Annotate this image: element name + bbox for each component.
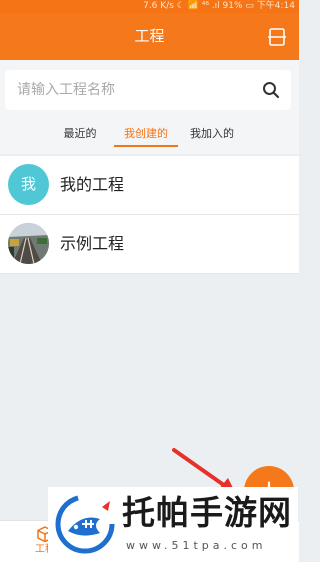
active-tab-indicator <box>114 145 178 147</box>
watermark-url: www.51tpa.com <box>126 539 267 552</box>
project-list: 我 我的工程 示例工程 <box>0 156 299 274</box>
status-text: 7.6 K/s ☾ 📶 ⁴⁶ .ıl 91% ▭ 下午4:14 <box>143 1 295 11</box>
project-name: 我的工程 <box>60 175 125 194</box>
tab-label: 我加入的 <box>190 127 234 140</box>
app-bar: 工程 <box>0 13 299 60</box>
avatar: 我 <box>8 164 49 205</box>
project-name: 示例工程 <box>60 234 125 253</box>
tab-bar: 最近的 我创建的 我加入的 <box>0 123 299 154</box>
search-area <box>0 60 299 123</box>
scan-button[interactable] <box>267 27 287 47</box>
railway-photo-icon <box>8 223 49 264</box>
tab-created-by-me[interactable]: 我创建的 <box>114 123 178 154</box>
avatar <box>8 223 49 264</box>
tab-label: 最近的 <box>63 127 97 140</box>
search-box <box>5 70 291 110</box>
list-item[interactable]: 我 我的工程 <box>0 156 299 215</box>
list-item[interactable]: 示例工程 <box>0 215 299 274</box>
status-bar: 7.6 K/s ☾ 📶 ⁴⁶ .ıl 91% ▭ 下午4:14 <box>0 0 299 13</box>
scan-icon <box>268 28 286 46</box>
watermark-title: 托帕手游网 <box>122 493 292 532</box>
tab-joined[interactable]: 我加入的 <box>184 123 240 154</box>
tab-recent[interactable]: 最近的 <box>56 123 104 154</box>
fish-logo-icon <box>55 494 115 554</box>
search-input[interactable] <box>17 70 257 110</box>
watermark: 托帕手游网 www.51tpa.com <box>48 487 298 562</box>
tab-label: 我创建的 <box>124 127 168 140</box>
search-icon[interactable] <box>261 80 281 100</box>
page-title: 工程 <box>134 27 165 45</box>
